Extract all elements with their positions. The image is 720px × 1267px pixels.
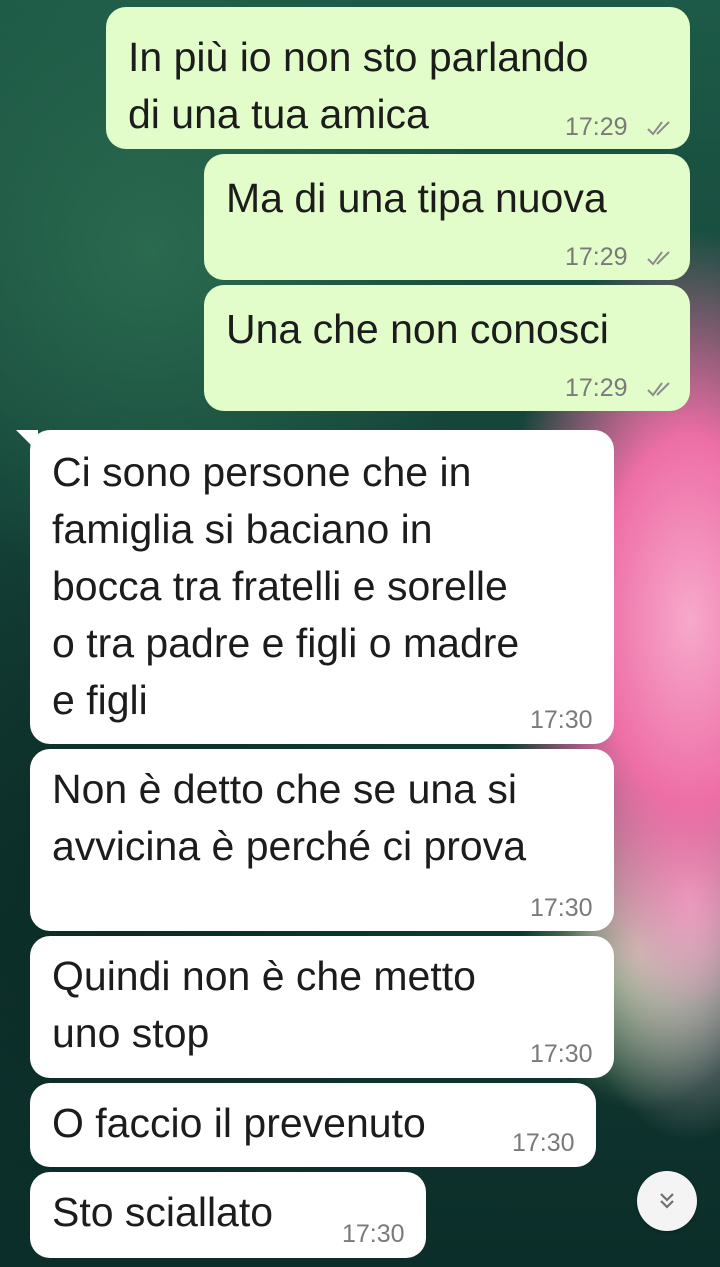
message-text: In più io non sto parlando di una tua am… [128,34,589,137]
message-time: 17:30 [530,706,593,734]
double-chevron-down-icon [660,1193,674,1209]
message-time: 17:29 [565,374,628,402]
scroll-to-bottom-button[interactable] [637,1171,697,1231]
message-text: Quindi non è che metto uno stop [52,953,476,1056]
message-bubble-outgoing[interactable]: Una che non conosci 17:29 [204,285,690,411]
message-bubble-incoming[interactable]: Quindi non è che metto uno stop 17:30 [30,936,614,1078]
message-text: Non è detto che se una si avvicina è per… [52,766,527,869]
message-text: Una che non conosci [226,306,609,352]
message-time: 17:29 [565,113,628,141]
double-check-icon [647,251,670,266]
double-check-icon [647,382,670,397]
message-bubble-incoming[interactable]: Non è detto che se una si avvicina è per… [30,749,614,931]
message-text: Ma di una tipa nuova [226,175,607,221]
message-bubble-outgoing[interactable]: In più io non sto parlando di una tua am… [106,7,690,149]
message-text: Ci sono persone che in famiglia si bacia… [52,449,520,723]
message-bubble-incoming[interactable]: O faccio il prevenuto 17:30 [30,1083,596,1167]
message-text: O faccio il prevenuto [52,1100,426,1146]
message-bubble-outgoing[interactable]: Ma di una tipa nuova 17:29 [204,154,690,280]
message-time: 17:30 [530,1040,593,1068]
message-bubble-incoming[interactable]: Ci sono persone che in famiglia si bacia… [30,430,614,744]
message-time: 17:30 [342,1220,405,1248]
message-time: 17:29 [565,243,628,271]
message-text: Sto sciallato [52,1189,274,1235]
message-bubble-incoming[interactable]: Sto sciallato 17:30 [30,1172,426,1258]
message-time: 17:30 [512,1129,575,1157]
double-check-icon [647,121,670,136]
message-time: 17:30 [530,894,593,922]
